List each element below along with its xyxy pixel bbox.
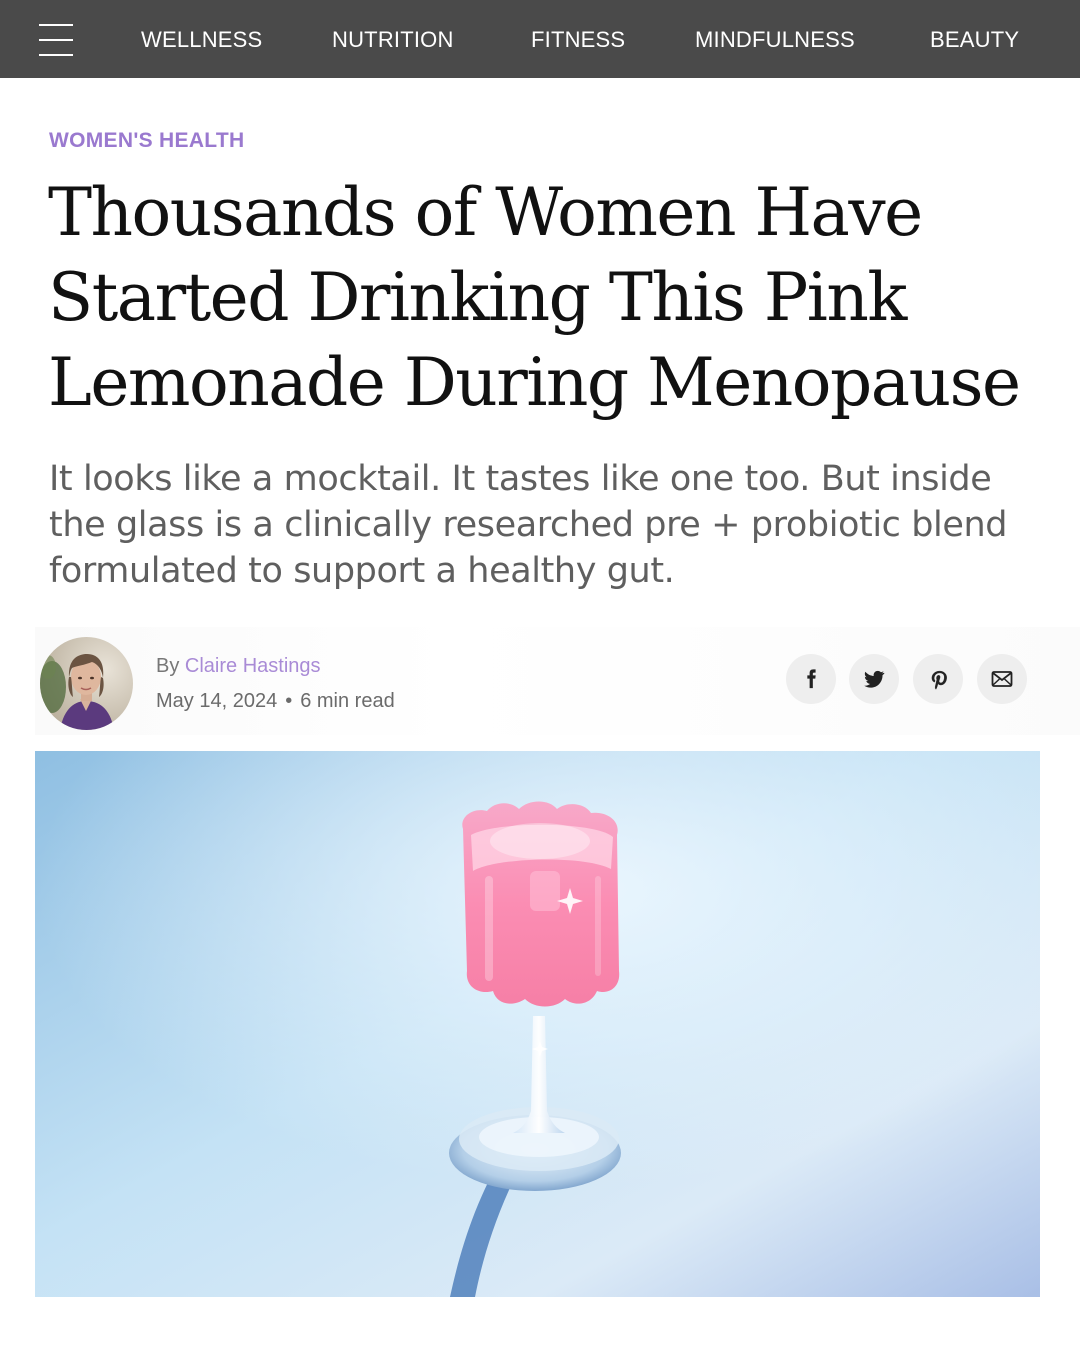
category-label[interactable]: WOMEN'S HEALTH xyxy=(49,129,244,153)
publish-date: May 14, 2024 xyxy=(156,690,278,712)
nav-link-beauty[interactable]: BEAUTY xyxy=(930,27,1019,53)
top-navigation: WELLNESS NUTRITION FITNESS MINDFULNESS B… xyxy=(0,0,1080,78)
pinterest-icon xyxy=(931,670,947,690)
twitter-icon xyxy=(864,670,885,688)
nav-link-nutrition[interactable]: NUTRITION xyxy=(332,27,454,53)
hamburger-menu-icon[interactable] xyxy=(39,23,73,57)
hero-image xyxy=(35,751,1040,1297)
share-email-button[interactable] xyxy=(977,654,1027,704)
meta-separator: • xyxy=(285,690,293,712)
read-time: 6 min read xyxy=(300,690,395,712)
byline-meta: May 14, 2024 • 6 min read xyxy=(156,690,395,713)
article-headline: Thousands of Women Have Started Drinking… xyxy=(48,174,1021,421)
byline-prefix: By xyxy=(156,655,180,677)
article-subheadline: It looks like a mocktail. It tastes like… xyxy=(49,459,1008,591)
share-facebook-button[interactable] xyxy=(786,654,836,704)
nav-link-wellness[interactable]: WELLNESS xyxy=(141,27,262,53)
facebook-icon xyxy=(807,669,816,689)
nav-link-mindfulness[interactable]: MINDFULNESS xyxy=(695,27,855,53)
share-pinterest-button[interactable] xyxy=(913,654,963,704)
share-twitter-button[interactable] xyxy=(849,654,899,704)
email-icon xyxy=(991,671,1013,687)
author-name-link[interactable]: Claire Hastings xyxy=(185,655,321,677)
nav-link-fitness[interactable]: FITNESS xyxy=(531,27,625,53)
author-avatar[interactable] xyxy=(40,637,133,730)
byline-author: By Claire Hastings xyxy=(156,655,321,678)
